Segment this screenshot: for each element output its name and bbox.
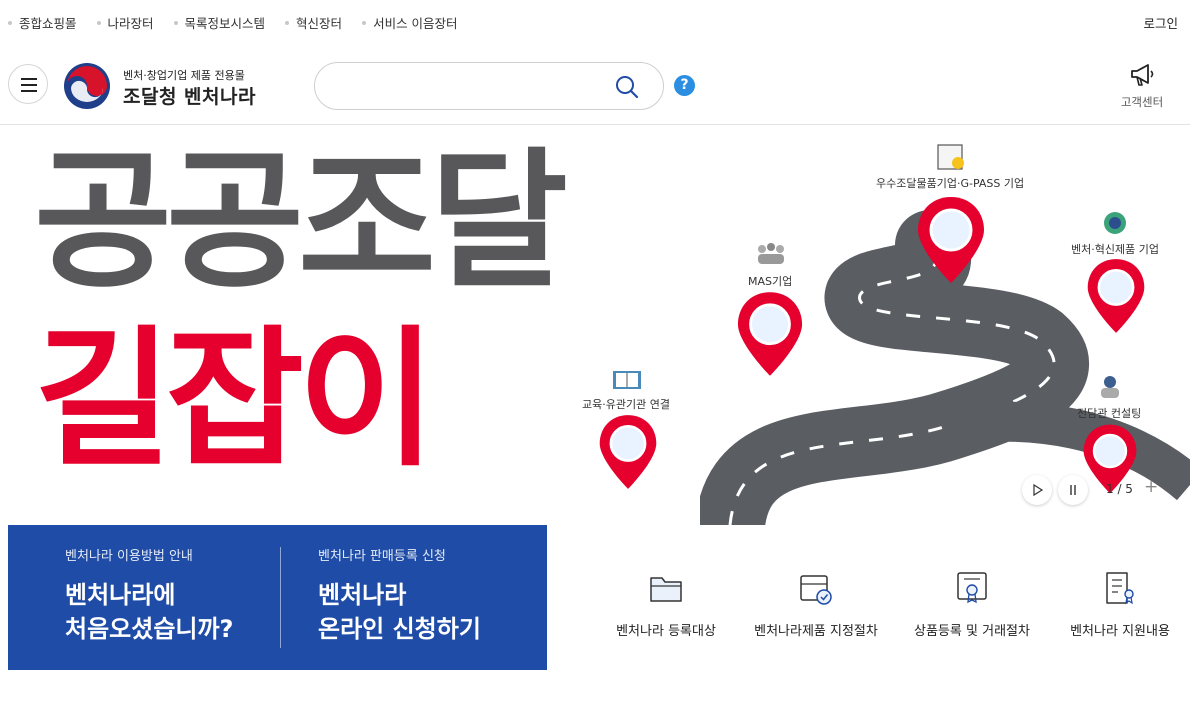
folder-icon: [650, 577, 682, 602]
banner-guide-heading-line2: 처음오셨습니까?: [65, 615, 234, 643]
consultant-icon: [1101, 376, 1119, 398]
top-utility-bar: 종합쇼핑몰 나라장터 목록정보시스템 혁신장터 서비스 이음장터 로그인: [0, 0, 1190, 44]
pin-label-mas: MAS기업: [748, 275, 793, 288]
banner-apply-heading-line1: 벤처나라: [318, 581, 407, 609]
customer-center-label: 고객센터: [1120, 95, 1164, 109]
quick-link-support[interactable]: 벤처나라 지원내용: [1050, 570, 1190, 639]
globe-icon: [1104, 212, 1126, 234]
topbar-link-innovation-market[interactable]: 혁신장터: [285, 13, 342, 32]
banner-divider: [280, 547, 281, 648]
hamburger-icon: [21, 78, 37, 80]
banner-guide-heading-line1: 벤처나라에: [65, 581, 176, 609]
bullet-dot: [96, 20, 101, 25]
banner-guide-heading: 벤처나라에 처음오셨습니까?: [65, 578, 233, 646]
hamburger-icon: [21, 90, 37, 92]
hamburger-icon: [21, 84, 37, 86]
login-link[interactable]: 로그인: [1143, 13, 1178, 32]
family-site-links: 종합쇼핑몰 나라장터 목록정보시스템 혁신장터 서비스 이음장터: [8, 13, 478, 32]
search-icon[interactable]: [615, 75, 639, 99]
site-logo[interactable]: 벤처·창업기업 제품 전용몰 조달청 벤처나라: [63, 62, 273, 112]
map-pin-icon: [599, 415, 657, 489]
logo-subtitle: 벤처·창업기업 제품 전용몰: [123, 69, 245, 82]
bullet-dot: [285, 20, 290, 25]
logo-title: 조달청 벤처나라: [123, 86, 256, 108]
topbar-link-narajangteo[interactable]: 나라장터: [96, 13, 154, 32]
pin-label-education: 교육·유관기관 연결: [582, 398, 670, 411]
quick-link-label: 벤처나라 지원내용: [1070, 624, 1170, 639]
quick-links: 벤처나라 등록대상 벤처나라제품 지정절차 상품등록 및 거래절차 벤처나라 지…: [600, 570, 1190, 660]
search-box: [314, 62, 664, 110]
quick-link-label: 벤처나라 등록대상: [616, 624, 716, 639]
hero-title-red: 길잡이: [34, 313, 436, 487]
slider-controls: 1 / 5 +: [1022, 475, 1182, 505]
megaphone-icon: [1131, 64, 1154, 86]
hamburger-menu-button[interactable]: [8, 64, 48, 104]
pin-label-consulting: 전담관 컨설팅: [1077, 407, 1142, 420]
bullet-dot: [173, 20, 178, 25]
topbar-link-shopping-mall[interactable]: 종합쇼핑몰: [8, 13, 77, 32]
banner-apply-heading-line2: 온라인 신청하기: [318, 615, 481, 643]
pin-label-excellent-procurement: 우수조달물품기업·G-PASS 기업: [876, 177, 1025, 190]
map-pin-icon: [1087, 259, 1145, 333]
site-header: 벤처·창업기업 제품 전용몰 조달청 벤처나라 ? 고객센터: [0, 44, 1190, 125]
quick-link-designation-process[interactable]: 벤처나라제품 지정절차: [746, 570, 886, 639]
hero-title-gray: 공공조달: [34, 135, 568, 309]
topbar-link-service-market[interactable]: 서비스 이음장터: [362, 13, 458, 32]
topbar-link-catalog-system[interactable]: 목록정보시스템: [173, 13, 266, 32]
slider-play-button[interactable]: [1022, 475, 1052, 505]
topbar-link-label: 혁신장터: [296, 16, 343, 31]
pause-icon: [1070, 485, 1076, 495]
government-emblem-icon: [64, 63, 110, 109]
book-icon: [613, 371, 641, 389]
quick-link-registration-target[interactable]: 벤처나라 등록대상: [596, 570, 736, 639]
quick-link-trade-process[interactable]: 상품등록 및 거래절차: [902, 570, 1042, 639]
guide-banner: 벤처나라 이용방법 안내 벤처나라에 처음오셨습니까? 벤처나라 판매등록 신청…: [8, 525, 547, 670]
slider-pause-button[interactable]: [1058, 475, 1088, 505]
topbar-link-label: 나라장터: [107, 16, 154, 31]
certificate-icon: [937, 144, 964, 170]
search-input[interactable]: [335, 75, 605, 99]
topbar-link-label: 목록정보시스템: [184, 16, 266, 31]
banner-apply-heading: 벤처나라 온라인 신청하기: [318, 578, 481, 646]
box-check-icon: [800, 575, 832, 605]
banner-guide-caption: 벤처나라 이용방법 안내: [65, 549, 193, 564]
hero-slider: 공공조달 길잡이 우수조달물품기업·G-PASS 기업 MAS기업 벤처·혁신제…: [0, 125, 1190, 525]
play-icon: [1033, 483, 1044, 497]
topbar-link-label: 서비스 이음장터: [373, 16, 458, 31]
bullet-dot: [8, 20, 12, 25]
slider-pager: 1 / 5: [1106, 482, 1133, 496]
award-certificate-icon: [957, 572, 987, 604]
people-group-icon: [758, 243, 784, 264]
slider-more-button[interactable]: +: [1144, 477, 1158, 497]
banner-apply-link[interactable]: 벤처나라 판매등록 신청 벤처나라 온라인 신청하기: [318, 545, 481, 646]
map-pin-icon: [737, 292, 803, 376]
help-icon[interactable]: ?: [674, 75, 695, 96]
customer-center-button[interactable]: 고객센터: [1112, 62, 1172, 118]
banner-guide-link[interactable]: 벤처나라 이용방법 안내 벤처나라에 처음오셨습니까?: [65, 545, 233, 646]
map-pin-icon: [918, 197, 984, 283]
pin-label-venture-innovation: 벤처·혁신제품 기업: [1071, 243, 1159, 256]
document-list-icon: [1106, 572, 1134, 605]
quick-link-label: 벤처나라제품 지정절차: [754, 624, 878, 639]
bullet-dot: [362, 20, 367, 25]
topbar-link-label: 종합쇼핑몰: [19, 16, 77, 31]
banner-apply-caption: 벤처나라 판매등록 신청: [318, 549, 446, 564]
quick-link-label: 상품등록 및 거래절차: [914, 624, 1030, 639]
